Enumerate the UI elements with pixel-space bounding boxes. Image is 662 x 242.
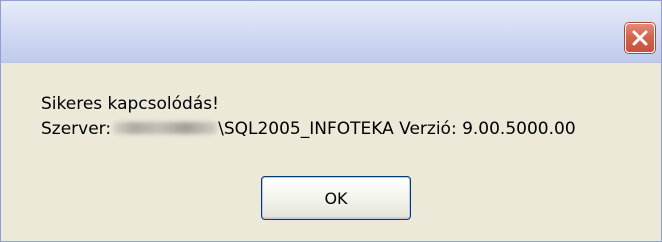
close-icon <box>632 30 648 46</box>
server-version-text: \SQL2005_INFOTEKA Verzió: 9.00.5000.00 <box>218 119 576 139</box>
redacted-server-name <box>113 122 218 134</box>
success-message: Sikeres kapcsolódás! <box>41 94 219 114</box>
ok-button[interactable]: OK <box>261 176 411 220</box>
dialog-body: Sikeres kapcsolódás! Szerver: \SQL2005_IN… <box>1 64 661 241</box>
server-label: Szerver: <box>41 119 112 139</box>
title-bar[interactable] <box>1 1 661 63</box>
server-info: Szerver: \SQL2005_INFOTEKA Verzió: 9.00.5… <box>41 119 576 139</box>
close-button[interactable] <box>625 23 655 53</box>
message-dialog: Sikeres kapcsolódás! Szerver: \SQL2005_IN… <box>0 0 662 242</box>
